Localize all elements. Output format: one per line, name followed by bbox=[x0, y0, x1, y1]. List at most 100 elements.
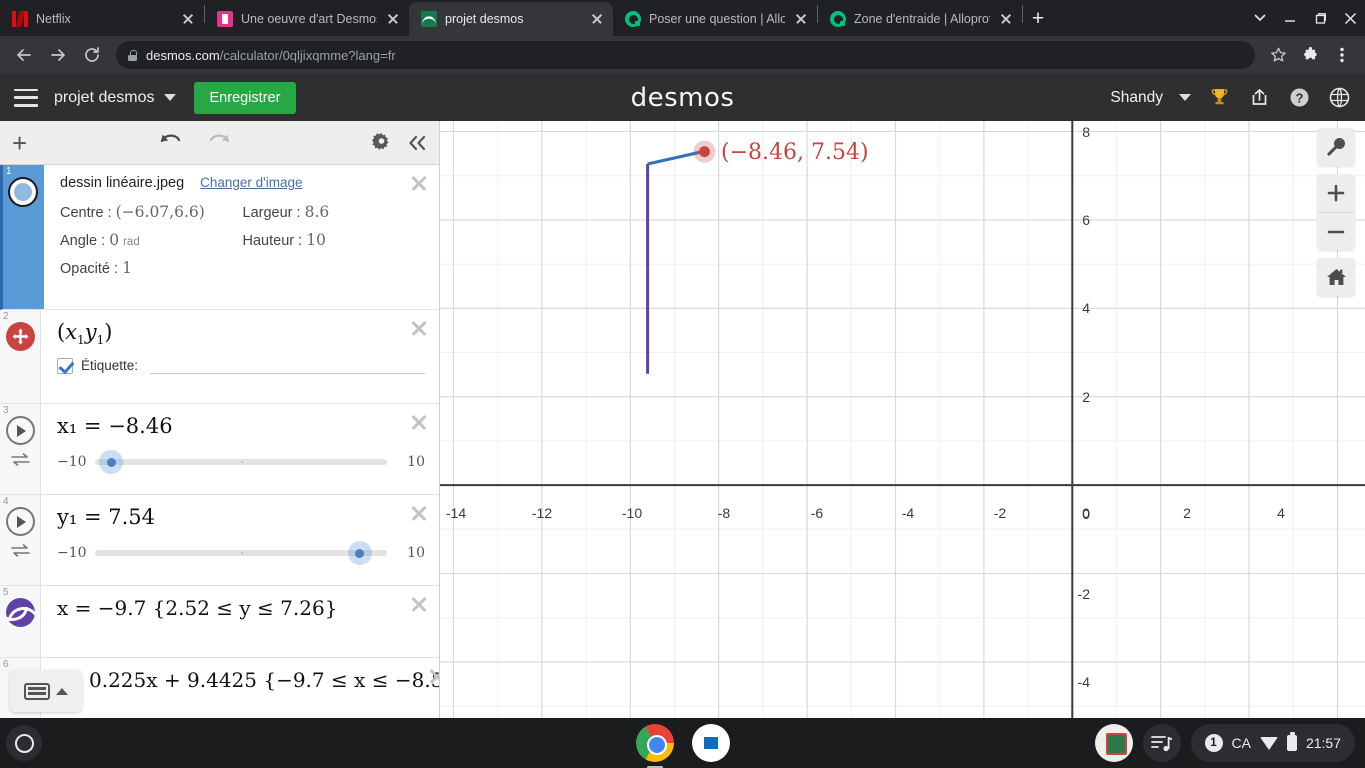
document-title[interactable]: projet desmos bbox=[54, 89, 155, 107]
expression-math[interactable]: y₁ = 7.54 bbox=[57, 505, 425, 529]
expression-math[interactable]: x₁ = −8.46 bbox=[57, 414, 425, 438]
close-icon[interactable] bbox=[385, 11, 401, 27]
username-label[interactable]: Shandy bbox=[1110, 89, 1163, 107]
browser-tab-netflix[interactable]: Netflix bbox=[0, 2, 204, 36]
play-icon[interactable] bbox=[5, 507, 35, 536]
expression-row-2[interactable]: 2 (x1y1) Étiquette: bbox=[0, 310, 439, 404]
image-color-circle-icon[interactable] bbox=[8, 177, 38, 207]
row-gutter[interactable]: 2 bbox=[0, 310, 41, 403]
shuffle-icon[interactable] bbox=[10, 544, 30, 561]
play-icon[interactable] bbox=[5, 416, 35, 445]
row-gutter[interactable]: 3 bbox=[0, 404, 41, 494]
zoom-in-icon[interactable] bbox=[1317, 174, 1355, 212]
slider-y1[interactable]: −10 10 bbox=[57, 541, 425, 565]
hamburger-menu-icon[interactable] bbox=[14, 88, 38, 107]
expression-row-1[interactable]: 1 dessin linéaire.jpeg Changer d'image C… bbox=[0, 165, 439, 310]
language-icon[interactable] bbox=[1327, 86, 1351, 110]
row-content[interactable]: dessin linéaire.jpeg Changer d'image Cen… bbox=[44, 165, 439, 309]
change-image-link[interactable]: Changer d'image bbox=[200, 175, 302, 190]
slider-min-label[interactable]: −10 bbox=[57, 454, 87, 470]
save-button[interactable]: Enregistrer bbox=[193, 81, 297, 114]
row-content[interactable]: x = −9.7 {2.52 ≤ y ≤ 7.26} bbox=[41, 586, 439, 657]
launcher-icon[interactable] bbox=[6, 725, 42, 761]
expression-row-3[interactable]: 3 x₁ = −8.46 −10 10 bbox=[0, 404, 439, 495]
trophy-icon[interactable] bbox=[1207, 86, 1231, 110]
move-point-icon[interactable] bbox=[5, 322, 35, 351]
collapse-panel-icon[interactable] bbox=[407, 134, 427, 152]
browser-tab-projet-desmos[interactable]: projet desmos bbox=[409, 2, 613, 36]
label-input[interactable] bbox=[150, 357, 425, 375]
row-content[interactable]: y₁ = 7.54 −10 10 bbox=[41, 495, 439, 585]
browser-tab-zone-entraide[interactable]: Zone d'entraide | Alloprof bbox=[818, 2, 1022, 36]
help-icon[interactable]: ? bbox=[1287, 86, 1311, 110]
delete-row-button[interactable] bbox=[409, 173, 429, 193]
new-tab-button[interactable]: + bbox=[1023, 3, 1053, 33]
expression-list[interactable]: 1 dessin linéaire.jpeg Changer d'image C… bbox=[0, 165, 439, 718]
chevron-down-icon[interactable] bbox=[163, 94, 176, 101]
home-icon[interactable] bbox=[1317, 258, 1355, 296]
close-window-icon[interactable] bbox=[1335, 3, 1365, 33]
row-content[interactable]: x₁ = −8.46 −10 10 bbox=[41, 404, 439, 494]
gear-icon[interactable] bbox=[372, 133, 391, 152]
outlook-icon[interactable] bbox=[691, 724, 730, 762]
slider-x1[interactable]: −10 10 bbox=[57, 450, 425, 474]
close-icon[interactable] bbox=[180, 11, 196, 27]
expression-math[interactable]: 0.225x + 9.4425 {−9.7 ≤ x ≤ −8.5 bbox=[89, 668, 439, 692]
shuffle-icon[interactable] bbox=[10, 453, 30, 470]
system-status-pill[interactable]: 1 CA 21:57 bbox=[1190, 724, 1355, 762]
row-gutter[interactable]: 4 bbox=[0, 495, 41, 585]
add-expression-button[interactable]: + bbox=[12, 130, 27, 156]
chrome-menu-icon[interactable] bbox=[1327, 40, 1357, 70]
minimize-icon[interactable] bbox=[1275, 3, 1305, 33]
expression-math[interactable]: x = −9.7 {2.52 ≤ y ≤ 7.26} bbox=[57, 596, 425, 620]
image-opacity-field[interactable]: Opacité : 1 bbox=[60, 259, 243, 277]
row-gutter[interactable]: 5 bbox=[0, 586, 41, 657]
expression-row-4[interactable]: 4 y₁ = 7.54 −10 10 bbox=[0, 495, 439, 586]
delete-row-button[interactable] bbox=[427, 666, 439, 686]
screen-capture-thumbnail[interactable] bbox=[1094, 724, 1133, 762]
undo-icon[interactable] bbox=[158, 131, 184, 154]
graph-canvas[interactable]: -14 -12 -10 -8 -6 -4 -2 0 2 4 8 6 4 2 0 … bbox=[440, 121, 1365, 718]
chrome-icon[interactable] bbox=[635, 724, 674, 768]
share-icon[interactable] bbox=[1247, 86, 1271, 110]
graph-svg[interactable]: -14 -12 -10 -8 -6 -4 -2 0 2 4 8 6 4 2 0 … bbox=[440, 121, 1365, 718]
row-content[interactable]: (x1y1) Étiquette: bbox=[41, 310, 439, 403]
image-height-field[interactable]: Hauteur : 10 bbox=[243, 231, 426, 249]
wave-purple-icon[interactable] bbox=[5, 598, 35, 627]
slider-thumb[interactable] bbox=[347, 541, 372, 565]
expression-row-5[interactable]: 5 x = −9.7 {2.52 ≤ y ≤ 7.26} bbox=[0, 586, 439, 658]
delete-row-button[interactable] bbox=[409, 594, 429, 614]
redo-icon[interactable] bbox=[206, 131, 232, 154]
star-icon[interactable] bbox=[1263, 40, 1293, 70]
chevron-down-icon[interactable] bbox=[1179, 94, 1191, 101]
slider-thumb[interactable] bbox=[99, 450, 124, 474]
extensions-icon[interactable] bbox=[1295, 40, 1325, 70]
delete-row-button[interactable] bbox=[409, 318, 429, 338]
reload-button[interactable] bbox=[76, 39, 108, 71]
delete-row-button[interactable] bbox=[409, 503, 429, 523]
close-icon[interactable] bbox=[998, 11, 1014, 27]
browser-tab-poser-une-question[interactable]: Poser une question | Allopro bbox=[613, 2, 817, 36]
notification-tray-icon[interactable] bbox=[1142, 724, 1181, 762]
zoom-out-icon[interactable] bbox=[1317, 212, 1355, 250]
delete-row-button[interactable] bbox=[409, 412, 429, 432]
slider-max-label[interactable]: 10 bbox=[397, 545, 425, 561]
slider-min-label[interactable]: −10 bbox=[57, 545, 87, 561]
tab-search-icon[interactable] bbox=[1245, 3, 1275, 33]
address-bar[interactable]: desmos.com/calculator/0qljixqmme?lang=fr bbox=[116, 41, 1255, 69]
back-button[interactable] bbox=[8, 39, 40, 71]
expression-math[interactable]: (x1y1) bbox=[57, 320, 425, 347]
slider-max-label[interactable]: 10 bbox=[397, 454, 425, 470]
slider-track[interactable] bbox=[95, 541, 387, 565]
keyboard-toggle-button[interactable] bbox=[10, 670, 82, 712]
label-checkbox[interactable] bbox=[57, 357, 73, 374]
row-content[interactable]: 0.225x + 9.4425 {−9.7 ≤ x ≤ −8.5 bbox=[41, 658, 439, 718]
image-angle-field[interactable]: Angle : 0 rad bbox=[60, 231, 243, 249]
close-icon[interactable] bbox=[589, 11, 605, 27]
image-center-field[interactable]: Centre : (−6.07,6.6) bbox=[60, 203, 243, 221]
close-icon[interactable] bbox=[793, 11, 809, 27]
forward-button[interactable] bbox=[42, 39, 74, 71]
slider-track[interactable] bbox=[95, 450, 387, 474]
browser-tab-oeuvre-art-desmos[interactable]: Une oeuvre d'art Desmos bbox=[205, 2, 409, 36]
row-gutter[interactable]: 1 bbox=[3, 165, 44, 309]
